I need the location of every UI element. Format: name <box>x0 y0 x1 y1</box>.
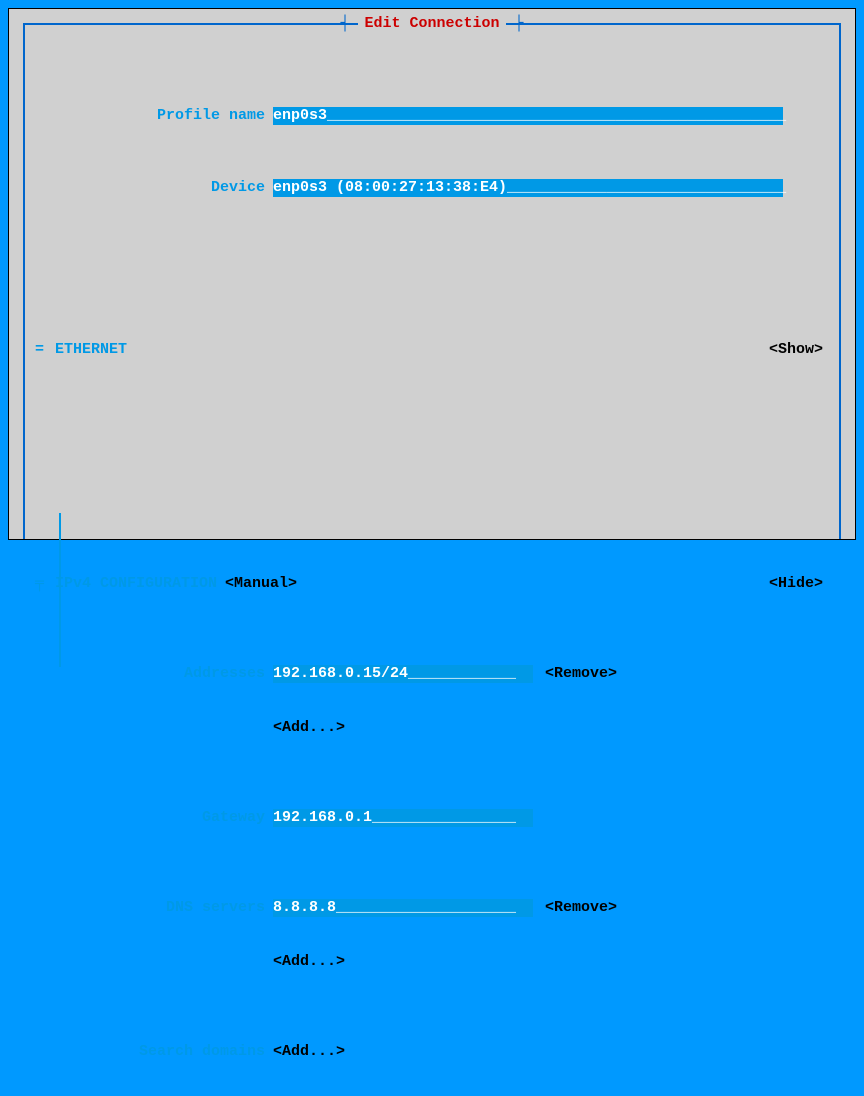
device-input[interactable]: enp0s3 (08:00:27:13:38:E4)______________… <box>273 179 783 197</box>
profile-name-label: Profile name <box>35 107 273 125</box>
ipv4-marker: ╤ <box>35 575 55 593</box>
addresses-label: Addresses <box>35 665 273 683</box>
dialog-title: Edit Connection <box>358 15 505 32</box>
ipv4-hide-button[interactable]: <Hide> <box>769 575 829 593</box>
ethernet-marker: = <box>35 341 55 359</box>
ipv4-section-label: IPv4 CONFIGURATION <box>55 575 217 593</box>
profile-name-input[interactable]: enp0s3__________________________________… <box>273 107 783 125</box>
search-domains-label: Search domains <box>35 1043 273 1061</box>
ethernet-show-button[interactable]: <Show> <box>769 341 829 359</box>
address-add-button[interactable]: <Add...> <box>273 719 345 737</box>
ipv4-mode-select[interactable]: <Manual> <box>225 575 297 593</box>
device-label: Device <box>35 179 273 197</box>
address-input[interactable]: 192.168.0.15/24____________ <box>273 665 533 683</box>
dns-add-button[interactable]: <Add...> <box>273 953 345 971</box>
ethernet-section-label: ETHERNET <box>55 341 127 359</box>
dns-input[interactable]: 8.8.8.8____________________ <box>273 899 533 917</box>
dns-label: DNS servers <box>35 899 273 917</box>
dns-remove-button[interactable]: <Remove> <box>545 899 617 917</box>
search-domains-add-button[interactable]: <Add...> <box>273 1043 345 1061</box>
gateway-label: Gateway <box>35 809 273 827</box>
gateway-input[interactable]: 192.168.0.1________________ <box>273 809 533 827</box>
address-remove-button[interactable]: <Remove> <box>545 665 617 683</box>
